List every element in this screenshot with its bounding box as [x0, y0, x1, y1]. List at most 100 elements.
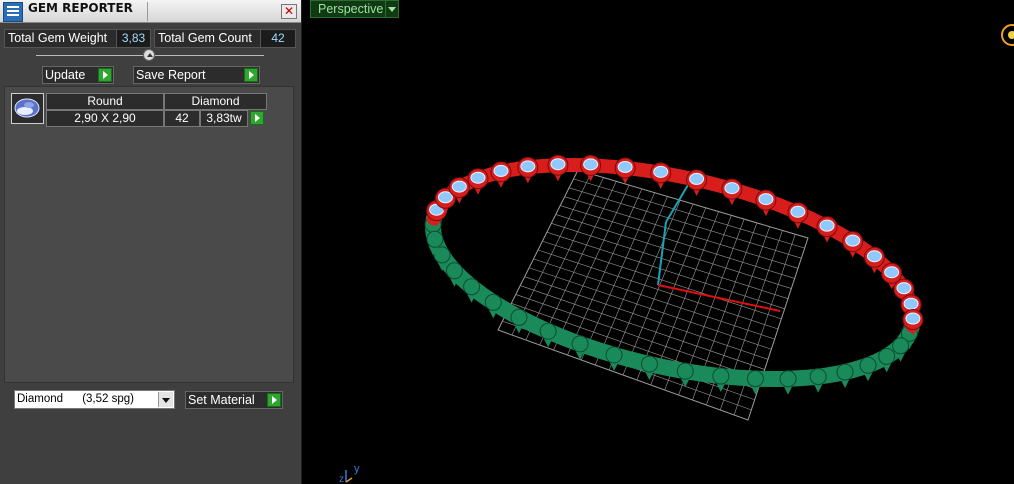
gem-reporter-panel: GEM REPORTER ✕ Total Gem Weight 3,83 Tot…: [0, 0, 302, 484]
set-material-button[interactable]: Set Material: [185, 391, 283, 409]
gem-stone: [617, 160, 633, 173]
gem-stone: [905, 312, 921, 325]
play-icon: [250, 111, 264, 125]
slider-thumb[interactable]: [143, 49, 155, 61]
save-report-button-label: Save Report: [136, 68, 206, 82]
gem-stone: [903, 297, 919, 310]
gem-head: [484, 293, 502, 311]
play-icon: [244, 68, 258, 82]
total-gem-weight-label: Total Gem Weight: [4, 29, 119, 48]
gem-list: Round Diamond 2,90 X 2,90 42 3,83tw: [4, 86, 294, 383]
title-bar: GEM REPORTER ✕: [0, 0, 301, 23]
gem-cut-header: Round: [46, 93, 164, 110]
gem-setting: [467, 168, 489, 195]
gem-row-action-button[interactable]: [248, 110, 265, 125]
gem-head: [892, 337, 910, 355]
gem-setting: [712, 367, 730, 393]
gem-count-cell: 42: [164, 110, 200, 127]
gem-stone: [866, 250, 882, 263]
gem-stone: [451, 180, 467, 193]
gem-head: [878, 347, 896, 365]
y-axis-line-lower: [657, 221, 667, 286]
gem-stone: [550, 158, 566, 171]
y-axis-line: [665, 184, 689, 223]
gem-stone: [884, 266, 900, 279]
gem-stone: [845, 234, 861, 247]
gem-head: [539, 322, 557, 340]
gem-head: [712, 367, 730, 385]
gem-head: [746, 370, 764, 388]
total-gem-count-label: Total Gem Count: [154, 29, 262, 48]
grid-line: [533, 258, 775, 340]
update-button[interactable]: Update: [42, 66, 114, 84]
gem-stone: [520, 160, 536, 173]
gem-head: [640, 355, 658, 373]
gizmo-icon[interactable]: [1001, 24, 1014, 46]
gem-setting: [614, 157, 636, 184]
axis-z-label: z: [339, 474, 344, 484]
gem-setting: [676, 362, 694, 388]
gem-setting: [571, 335, 589, 360]
gem-head: [605, 346, 623, 364]
gem-head: [426, 230, 444, 248]
update-button-label: Update: [45, 68, 86, 82]
gem-setting: [836, 363, 854, 389]
grid-line: [524, 276, 769, 360]
material-select-value: Diamond (3,52 spg): [17, 393, 134, 405]
gem-stone: [819, 219, 835, 232]
gem-setting: [746, 370, 764, 395]
gem-setting: [686, 169, 708, 196]
gem-head: [571, 335, 589, 353]
gem-stone: [583, 158, 599, 171]
gem-stone: [653, 165, 669, 178]
gem-setting: [605, 346, 623, 371]
material-select[interactable]: Diamond (3,52 spg): [14, 390, 175, 409]
gem-setting: [650, 162, 672, 189]
gem-stone: [790, 205, 806, 218]
play-icon: [98, 68, 112, 82]
round-gem-icon[interactable]: [11, 93, 44, 124]
gem-head: [809, 368, 827, 386]
gem-setting: [580, 154, 602, 182]
gem-head: [676, 362, 694, 380]
gem-setting: [809, 368, 827, 393]
gem-stone: [437, 191, 453, 204]
gem-setting: [539, 322, 557, 348]
gem-setting: [755, 189, 777, 217]
gem-stone: [724, 182, 740, 195]
gem-head: [836, 363, 854, 381]
gem-reporter-app-icon: [3, 2, 23, 22]
gem-head: [510, 308, 528, 326]
total-gem-count-value: 42: [260, 29, 296, 48]
gem-setting: [547, 154, 569, 182]
gem-stone: [758, 193, 774, 206]
gem-head: [463, 278, 481, 296]
total-gem-weight-value: 3,83: [116, 29, 151, 48]
title-divider: [147, 2, 148, 21]
ring-band-bottom: [424, 210, 921, 388]
gem-stone: [493, 164, 509, 177]
save-report-button[interactable]: Save Report: [133, 66, 260, 84]
gem-setting: [510, 308, 528, 334]
chevron-down-icon[interactable]: [158, 392, 173, 407]
gem-setting: [779, 370, 797, 395]
gem-setting: [490, 161, 512, 188]
close-icon[interactable]: ✕: [281, 4, 297, 19]
gem-setting: [859, 356, 877, 382]
gem-setting: [878, 347, 896, 373]
gem-head: [779, 370, 797, 388]
gem-setting: [787, 202, 809, 229]
gem-weight-cell: 3,83tw: [200, 110, 248, 127]
perspective-viewport[interactable]: Perspective z y: [308, 0, 1014, 484]
gem-size-cell: 2,90 X 2,90: [46, 110, 164, 127]
axis-triad-icon: [345, 470, 353, 483]
gem-material-header: Diamond: [164, 93, 267, 110]
play-icon: [267, 393, 281, 407]
scene-canvas[interactable]: z y: [308, 0, 1014, 484]
gem-setting: [640, 355, 658, 381]
window-title: GEM REPORTER: [28, 1, 133, 15]
gem-stone: [896, 282, 912, 295]
gem-setting: [721, 178, 743, 206]
gem-setting: [517, 156, 539, 184]
gem-stone: [470, 171, 486, 184]
